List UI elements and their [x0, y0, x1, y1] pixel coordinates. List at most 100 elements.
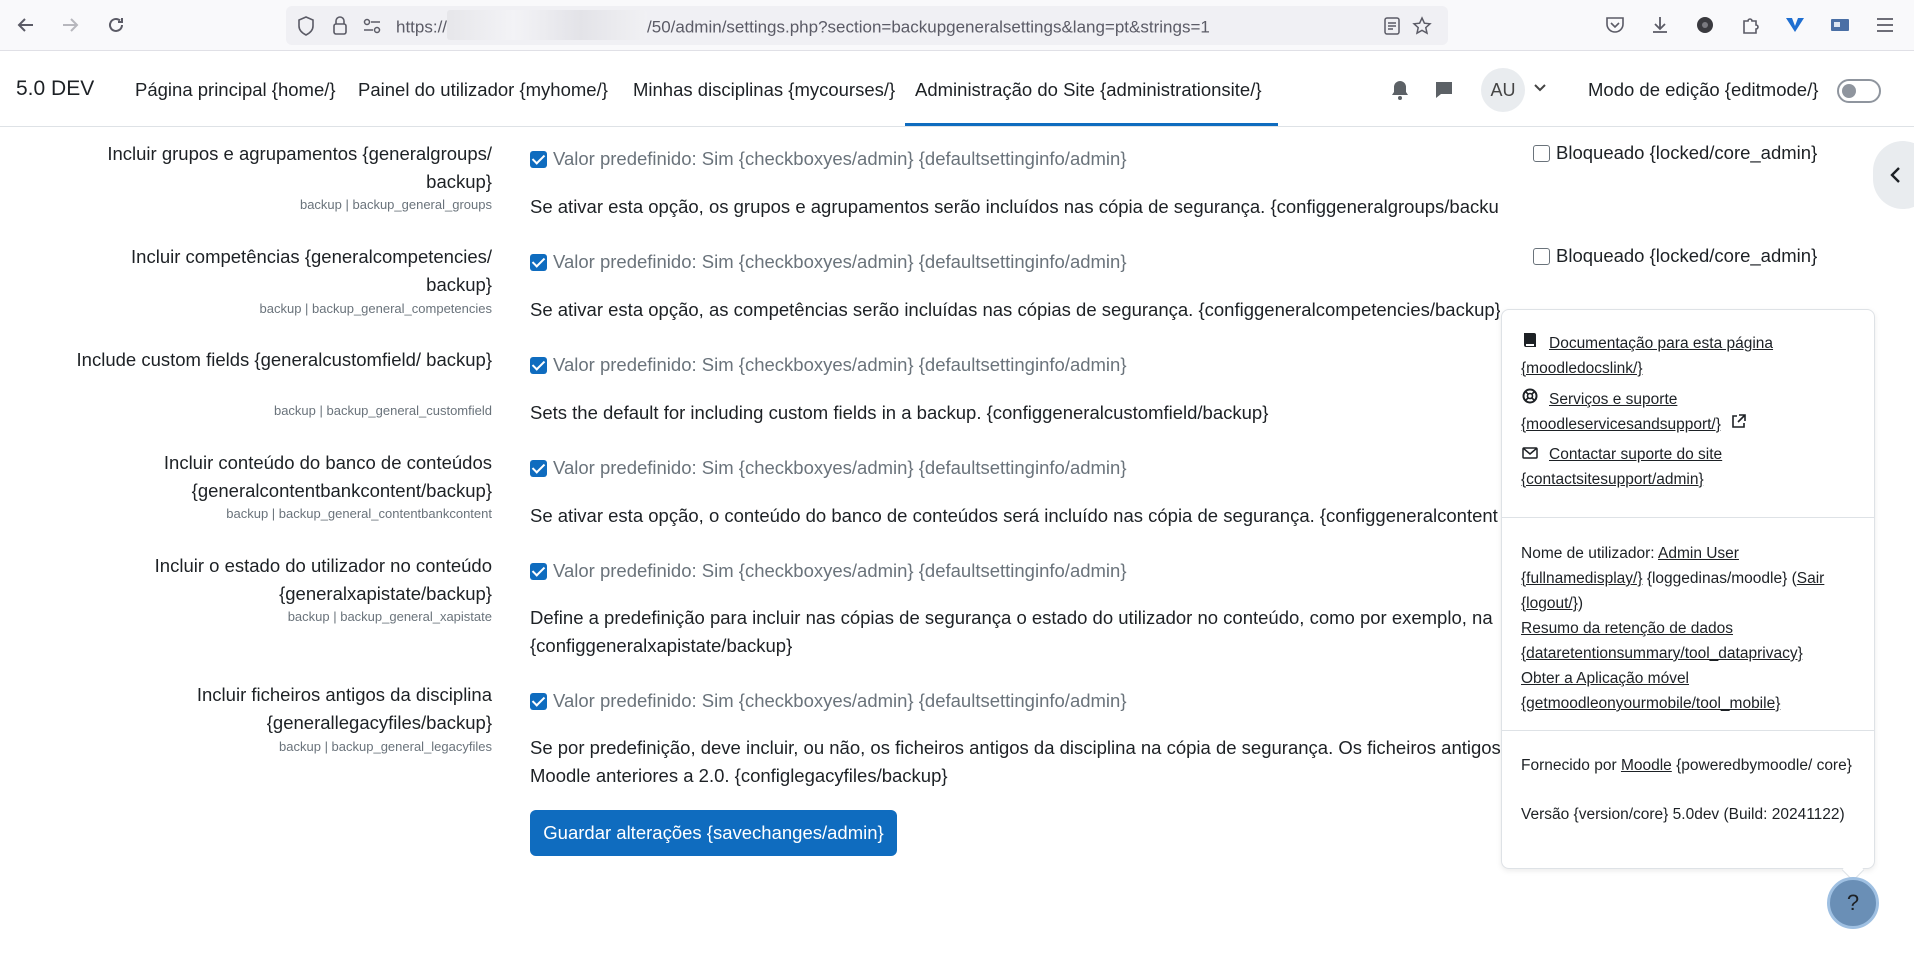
contact-link[interactable]: Contactar suporte do site {contactsitesu…: [1521, 446, 1722, 488]
user-info: Nome de utilizador: Admin User {fullname…: [1521, 545, 1825, 612]
browser-toolbar: https:// /50/admin/settings.php?section=b…: [0, 0, 1914, 51]
docs-link-item[interactable]: Documentação para esta página {moodledoc…: [1521, 331, 1861, 381]
url-suffix: /50/admin/settings.php?section=backupgen…: [647, 17, 1210, 37]
retention-item[interactable]: Resumo da retenção de dados {dataretenti…: [1521, 616, 1861, 666]
external-link-icon: [1731, 412, 1747, 437]
nav-my-courses[interactable]: Minhas disciplinas {mycourses/}: [633, 79, 895, 101]
bookmark-star-icon[interactable]: [1410, 14, 1434, 38]
setting-default-row[interactable]: Valor predefinido: Sim {checkboxyes/admi…: [530, 251, 1127, 273]
setting-default-row[interactable]: Valor predefinido: Sim {checkboxyes/admi…: [530, 354, 1127, 376]
setting-sublabel: backup | backup_general_competencies: [259, 301, 492, 316]
checkbox-checked[interactable]: [530, 459, 547, 477]
setting-sublabel: backup | backup_general_contentbankconte…: [226, 506, 492, 521]
chevron-left-icon: [1890, 167, 1900, 183]
setting-default-row[interactable]: Valor predefinido: Sim {checkboxyes/admi…: [530, 560, 1127, 582]
edit-mode-toggle[interactable]: [1837, 79, 1881, 103]
menu-icon[interactable]: [1872, 12, 1898, 38]
services-link[interactable]: Serviços e suporte {moodleservicesandsup…: [1521, 391, 1721, 433]
forward-icon[interactable]: [55, 10, 85, 40]
extension-dark-icon[interactable]: [1692, 12, 1718, 38]
checkbox-checked[interactable]: [530, 253, 547, 271]
site-brand[interactable]: 5.0 DEV: [16, 77, 94, 101]
setting-default-text: Valor predefinido: Sim {checkboxyes/admi…: [553, 560, 1127, 581]
nav-dashboard[interactable]: Painel do utilizador {myhome/}: [358, 79, 608, 101]
setting-label: Include custom fields {generalcustomfiel…: [76, 349, 492, 370]
reader-view-icon[interactable]: [1380, 14, 1404, 38]
powered-suffix: {poweredbymoodle/ core}: [1676, 757, 1852, 774]
setting-default-text: Valor predefinido: Sim {checkboxyes/admi…: [553, 148, 1127, 169]
help-button[interactable]: ?: [1827, 877, 1879, 929]
moodle-link[interactable]: Moodle: [1621, 757, 1672, 774]
permissions-icon[interactable]: [360, 14, 384, 38]
setting-default-row[interactable]: Valor predefinido: Sim {checkboxyes/admi…: [530, 690, 1127, 712]
setting-sublabel: backup | backup_general_customfield: [273, 403, 492, 418]
setting-label: Incluir competências {generalcompetencie…: [131, 246, 492, 295]
version-info: Versão {version/core} 5.0dev (Build: 202…: [1521, 806, 1845, 823]
chevron-down-icon[interactable]: [1533, 81, 1549, 97]
edit-mode-label: Modo de edição {editmode/}: [1588, 79, 1819, 100]
locked-checkbox[interactable]: [1533, 247, 1550, 265]
site-navbar: 5.0 DEV Página principal {home/} Painel …: [0, 51, 1914, 127]
life-ring-icon: [1521, 387, 1539, 412]
setting-description: Sets the default for including custom fi…: [530, 402, 1269, 423]
setting-description: Se ativar esta opção, o conteúdo do banc…: [530, 505, 1498, 526]
extensions-puzzle-icon[interactable]: [1737, 12, 1763, 38]
active-nav-indicator: [905, 123, 1278, 126]
setting-default-row[interactable]: Valor predefinido: Sim {checkboxyes/admi…: [530, 457, 1127, 479]
url-prefix: https://: [396, 17, 448, 37]
vpn-extension-icon[interactable]: [1782, 12, 1808, 38]
reload-icon[interactable]: [101, 10, 131, 40]
locked-label: Bloqueado {locked/core_admin}: [1556, 245, 1818, 266]
save-changes-button[interactable]: Guardar alterações {savechanges/admin}: [530, 810, 897, 856]
powered-by: Fornecido por Moodle {poweredbymoodle/ c…: [1521, 753, 1861, 778]
setting-default-row[interactable]: Valor predefinido: Sim {checkboxyes/admi…: [530, 148, 1127, 170]
setting-description: Se ativar esta opção, os grupos e agrupa…: [530, 196, 1500, 217]
setting-description: Se por predefinição, deve incluir, ou nã…: [530, 737, 1500, 758]
user-prefix: Nome de utilizador:: [1521, 545, 1655, 562]
locked-checkbox[interactable]: [1533, 144, 1550, 162]
open-block-drawer-button[interactable]: [1873, 141, 1914, 209]
container-extension-icon[interactable]: [1827, 12, 1853, 38]
checkbox-checked[interactable]: [530, 692, 547, 710]
setting-description-continued: Moodle anteriores a 2.0. {configlegacyfi…: [530, 765, 948, 786]
messages-chat-icon[interactable]: [1431, 77, 1457, 103]
downloads-icon[interactable]: [1647, 12, 1673, 38]
setting-sublabel: backup | backup_general_legacyfiles: [279, 739, 492, 754]
setting-default-text: Valor predefinido: Sim {checkboxyes/admi…: [553, 457, 1127, 478]
setting-label: Incluir o estado do utilizador no conteú…: [154, 555, 492, 604]
setting-sublabel: backup | backup_general_groups: [299, 197, 492, 212]
toggle-knob: [1842, 84, 1856, 98]
mobile-app-link[interactable]: Obter a Aplicação móvel {getmoodleonyour…: [1521, 670, 1780, 712]
checkbox-checked[interactable]: [530, 150, 547, 168]
pocket-icon[interactable]: [1602, 12, 1628, 38]
locked-option[interactable]: Bloqueado {locked/core_admin}: [1533, 245, 1817, 267]
data-retention-link[interactable]: Resumo da retenção de dados {dataretenti…: [1521, 620, 1803, 662]
user-avatar[interactable]: AU: [1481, 68, 1525, 112]
setting-description-continued: {configgeneralxapistate/backup}: [530, 635, 793, 656]
docs-link[interactable]: Documentação para esta página {moodledoc…: [1521, 335, 1773, 377]
book-icon: [1521, 331, 1539, 356]
nav-site-administration[interactable]: Administração do Site {administrationsit…: [915, 79, 1262, 101]
nav-home[interactable]: Página principal {home/}: [135, 79, 336, 101]
mobile-app-item[interactable]: Obter a Aplicação móvel {getmoodleonyour…: [1521, 666, 1861, 716]
checkbox-checked[interactable]: [530, 562, 547, 580]
notifications-bell-icon[interactable]: [1387, 77, 1413, 103]
url-redacted-host: [447, 10, 648, 40]
url-bar[interactable]: https:// /50/admin/settings.php?section=b…: [286, 6, 1448, 45]
envelope-icon: [1521, 442, 1539, 467]
shield-icon[interactable]: [294, 14, 318, 38]
locked-option[interactable]: Bloqueado {locked/core_admin}: [1533, 142, 1817, 164]
divider: [1502, 730, 1874, 731]
url-text[interactable]: https:// /50/admin/settings.php?section=b…: [396, 10, 1210, 40]
footer-popover: Documentação para esta página {moodledoc…: [1501, 309, 1875, 869]
divider: [1502, 517, 1874, 518]
setting-default-text: Valor predefinido: Sim {checkboxyes/admi…: [553, 251, 1127, 272]
contact-link-item[interactable]: Contactar suporte do site {contactsitesu…: [1521, 442, 1861, 492]
services-link-item[interactable]: Serviços e suporte {moodleservicesandsup…: [1521, 387, 1861, 437]
setting-default-text: Valor predefinido: Sim {checkboxyes/admi…: [553, 354, 1127, 375]
setting-sublabel: backup | backup_general_xapistate: [287, 609, 492, 624]
checkbox-checked[interactable]: [530, 356, 547, 374]
lock-icon[interactable]: [328, 14, 352, 38]
back-icon[interactable]: [11, 10, 41, 40]
loggedin-text: {loggedinas/moodle}: [1646, 570, 1788, 587]
